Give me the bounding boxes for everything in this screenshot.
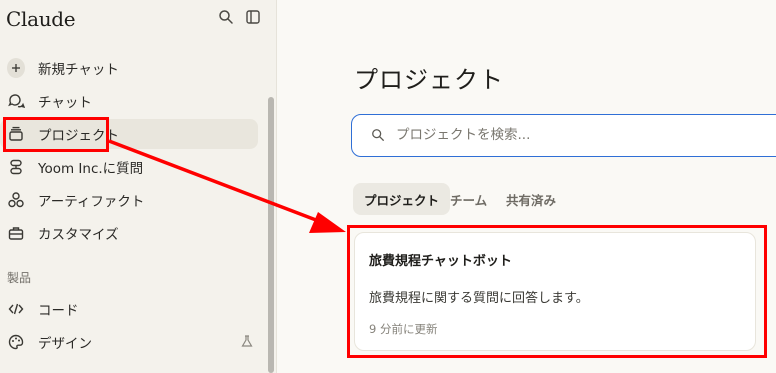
sidebar-scrollbar[interactable]: [268, 97, 274, 373]
code-icon: [7, 300, 25, 318]
page-title: プロジェクト: [354, 66, 504, 94]
highlight-box-project-card: [347, 225, 767, 358]
tab-projects[interactable]: プロジェクト: [353, 183, 451, 215]
sidebar-item-ask-org[interactable]: Yoom Inc.に質問: [0, 152, 258, 182]
sidebar: Claude 新規チャット チャット プロジェクト Yoom Inc.に質問 ア…: [0, 0, 277, 373]
sidebar-item-label: チャット: [38, 95, 92, 111]
sidebar-item-new-chat[interactable]: 新規チャット: [0, 53, 258, 83]
sidebar-item-design[interactable]: デザイン: [0, 327, 258, 357]
sidebar-item-label: カスタマイズ: [38, 227, 119, 243]
tab-team[interactable]: チーム: [450, 183, 487, 215]
palette-icon: [7, 333, 25, 351]
shapes-icon: [7, 191, 25, 209]
section-label-products: 製品: [7, 271, 32, 285]
org-icon: [7, 158, 25, 176]
sidebar-item-chats[interactable]: チャット: [0, 86, 258, 116]
sidebar-item-label: コード: [38, 303, 79, 319]
search-icon[interactable]: [218, 9, 234, 25]
sidebar-item-label: デザイン: [38, 336, 92, 352]
sidebar-item-artifacts[interactable]: アーティファクト: [0, 185, 258, 215]
tab-shared[interactable]: 共有済み: [506, 183, 556, 215]
sidebar-item-label: Yoom Inc.に質問: [38, 161, 144, 177]
sidebar-item-customize[interactable]: カスタマイズ: [0, 218, 258, 248]
sidebar-item-label: 新規チャット: [38, 62, 119, 78]
search-box[interactable]: [351, 114, 776, 157]
search-icon: [371, 128, 385, 142]
sidebar-item-code[interactable]: コード: [0, 294, 258, 324]
search-input[interactable]: [396, 124, 776, 146]
flask-icon: [240, 334, 254, 348]
chat-bubbles-icon: [7, 92, 25, 110]
briefcase-icon: [7, 224, 25, 242]
sidebar-toggle-icon[interactable]: [245, 9, 261, 25]
brand-logo: Claude: [6, 7, 76, 31]
plus-icon: [7, 58, 25, 78]
highlight-box-projects-nav: [3, 117, 109, 152]
sidebar-item-label: アーティファクト: [38, 194, 145, 210]
